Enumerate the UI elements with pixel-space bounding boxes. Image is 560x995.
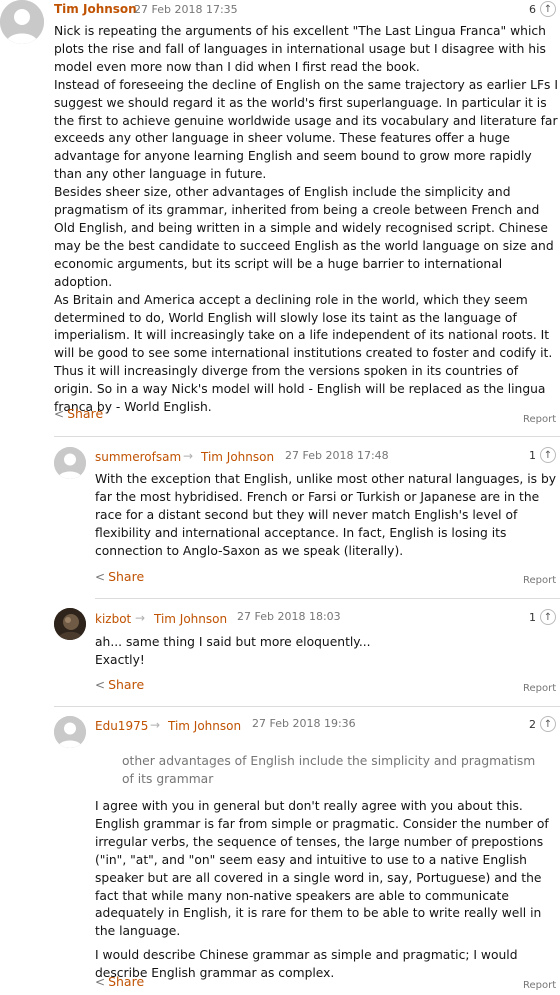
comment-paragraph: Instead of foreseeing the decline of Eng… — [54, 77, 558, 182]
up-arrow-icon[interactable]: ↑ — [540, 1, 556, 17]
comment-timestamp[interactable]: 27 Feb 2018 17:35 — [134, 3, 238, 16]
avatar[interactable] — [0, 0, 44, 44]
recommend-count: 2 — [529, 717, 536, 731]
reply-arrow-icon: → — [150, 718, 161, 732]
quoted-text: other advantages of English include the … — [122, 754, 536, 786]
reply-to-user[interactable]: Tim Johnson — [168, 719, 241, 733]
recommend-control[interactable]: 2 ↑ — [529, 716, 556, 732]
avatar[interactable] — [54, 608, 86, 640]
recommend-control[interactable]: 6 ↑ — [529, 1, 556, 17]
comment-body: With the exception that English, unlike … — [95, 471, 557, 561]
share-label: Share — [108, 677, 145, 692]
report-link[interactable]: Report — [523, 683, 556, 694]
reply-to-user[interactable]: Tim Johnson — [154, 612, 227, 626]
recommend-control[interactable]: 1 ↑ — [529, 447, 556, 463]
comment-timestamp[interactable]: 27 Feb 2018 17:48 — [285, 449, 389, 462]
share-icon: < — [95, 974, 106, 989]
share-button[interactable]: < Share — [54, 406, 103, 421]
share-button[interactable]: < Share — [95, 569, 144, 584]
report-link[interactable]: Report — [523, 575, 556, 586]
reply-to-user[interactable]: Tim Johnson — [201, 450, 274, 464]
share-icon: < — [95, 677, 106, 692]
up-arrow-icon[interactable]: ↑ — [540, 447, 556, 463]
reply-arrow-icon: → — [135, 611, 146, 625]
comment-body: Nick is repeating the arguments of his e… — [54, 23, 559, 417]
share-icon: < — [95, 569, 106, 584]
avatar[interactable] — [54, 716, 86, 748]
comment-timestamp[interactable]: 27 Feb 2018 18:03 — [237, 610, 341, 623]
recommend-count: 6 — [529, 2, 536, 16]
divider — [54, 706, 560, 707]
report-link[interactable]: Report — [523, 414, 556, 425]
comment-body: ah... same thing I said but more eloquen… — [95, 634, 557, 670]
comment-paragraph: I agree with you in general but don't re… — [95, 799, 549, 939]
divider — [95, 598, 560, 599]
comment-paragraph: I would describe Chinese grammar as simp… — [95, 948, 518, 981]
recommend-count: 1 — [529, 448, 536, 462]
comment-author[interactable]: kizbot — [95, 612, 131, 626]
comment-timestamp[interactable]: 27 Feb 2018 19:36 — [252, 717, 356, 730]
reply-arrow-icon: → — [183, 449, 194, 463]
recommend-count: 1 — [529, 610, 536, 624]
default-avatar-icon — [54, 716, 86, 748]
divider — [54, 436, 560, 437]
comment-paragraph: Besides sheer size, other advantages of … — [54, 185, 554, 289]
comment-paragraph: Exactly! — [95, 652, 145, 667]
share-button[interactable]: < Share — [95, 677, 144, 692]
report-link[interactable]: Report — [523, 980, 556, 991]
comment-body: I agree with you in general but don't re… — [95, 798, 557, 983]
user-photo-avatar — [54, 608, 86, 640]
comment-author[interactable]: Edu1975 — [95, 719, 148, 733]
share-label: Share — [108, 569, 145, 584]
up-arrow-icon[interactable]: ↑ — [540, 716, 556, 732]
default-avatar-icon — [54, 447, 86, 479]
comment-paragraph: As Britain and America accept a declinin… — [54, 292, 553, 415]
up-arrow-icon[interactable]: ↑ — [540, 609, 556, 625]
comment-paragraph: Nick is repeating the arguments of his e… — [54, 24, 546, 74]
comment-paragraph: With the exception that English, unlike … — [95, 472, 557, 558]
comment-paragraph: ah... same thing I said but more eloquen… — [95, 635, 371, 649]
share-icon: < — [54, 406, 65, 421]
comment-author[interactable]: Tim Johnson — [54, 2, 137, 16]
recommend-control[interactable]: 1 ↑ — [529, 609, 556, 625]
default-avatar-icon — [0, 0, 44, 44]
comment-author[interactable]: summerofsam — [95, 450, 181, 464]
share-button[interactable]: < Share — [95, 974, 144, 989]
avatar[interactable] — [54, 447, 86, 479]
share-label: Share — [67, 406, 104, 421]
share-label: Share — [108, 974, 145, 989]
